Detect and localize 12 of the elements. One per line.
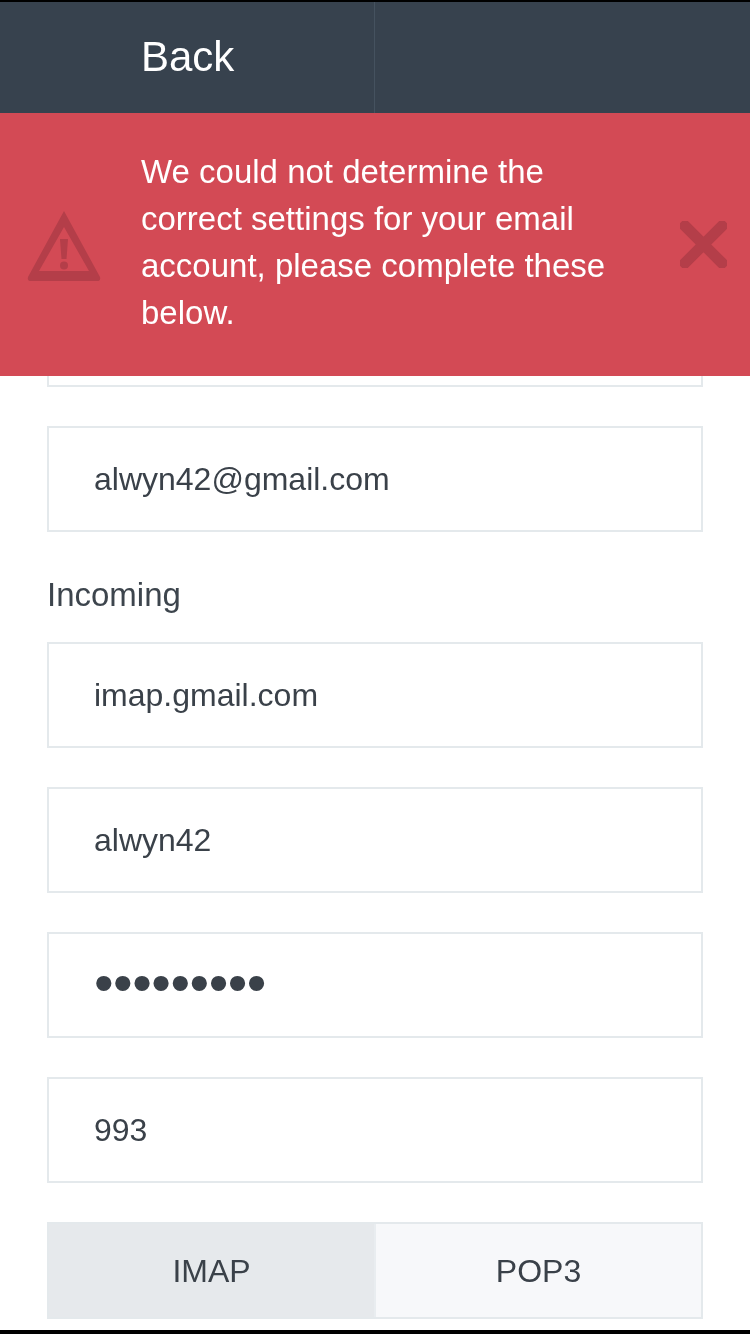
protocol-tab[interactable]: POP3 [374, 1224, 701, 1317]
password-field[interactable]: ••••••••• [47, 932, 703, 1038]
protocol-tab[interactable]: IMAP [49, 1224, 374, 1317]
alert-message: We could not determine the correct settings for your email account, please complete these below. [141, 151, 607, 333]
input-field[interactable]: alwyn42 [47, 787, 703, 893]
input-field[interactable]: alwyn42@gmail.com [47, 426, 703, 532]
input-field[interactable]: imap.gmail.com [47, 642, 703, 748]
input-field[interactable] [47, 376, 703, 387]
close-icon[interactable] [680, 221, 727, 268]
protocol-toggle[interactable]: IMAP POP3 [47, 1222, 703, 1319]
section-label: Incoming [47, 577, 182, 613]
input-field[interactable]: 993 [47, 1077, 703, 1183]
